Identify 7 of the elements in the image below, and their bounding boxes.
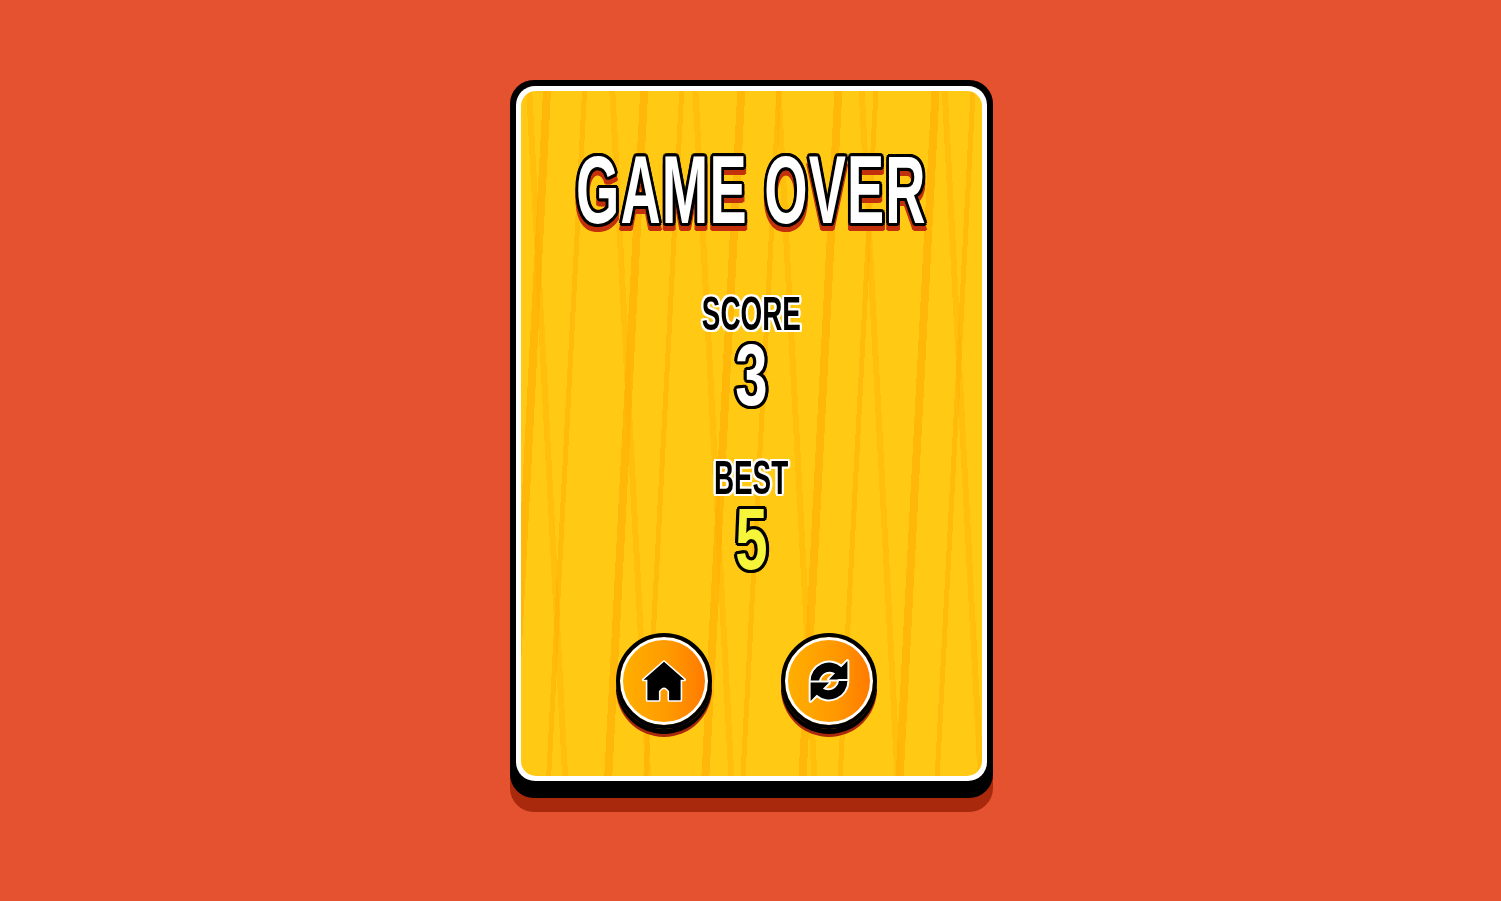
game-over-title: GAME OVER	[575, 142, 927, 238]
restart-icon	[806, 657, 852, 704]
stat-value: 5	[734, 501, 768, 577]
stat-label: SCORE	[701, 290, 801, 338]
stat-label: BEST	[713, 453, 789, 502]
home-icon	[641, 657, 687, 704]
stat-value: 3	[734, 338, 768, 413]
